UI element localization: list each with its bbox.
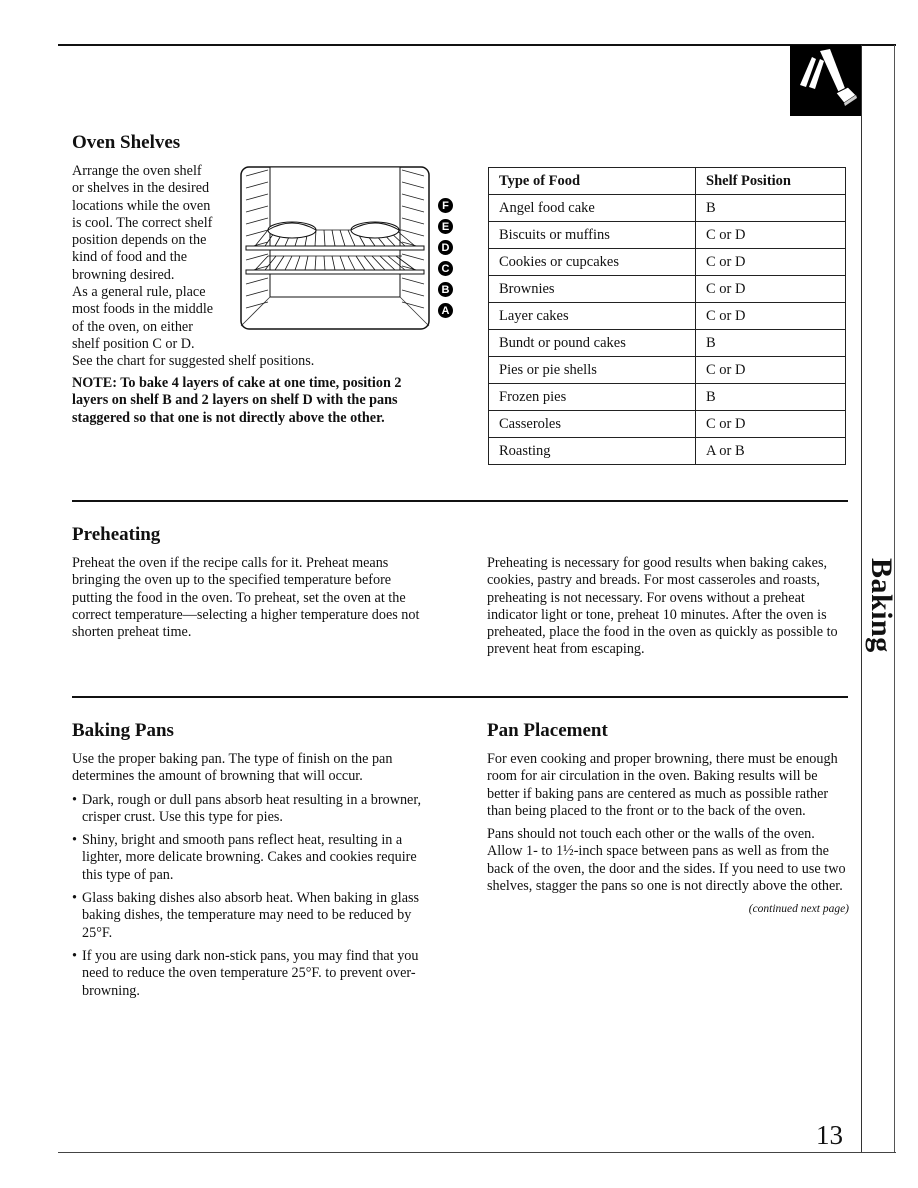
shelf-label-a: A bbox=[438, 303, 453, 318]
shelf-label-e: E bbox=[438, 219, 453, 234]
shelf-label-b: B bbox=[438, 282, 453, 297]
food-cell: Bundt or pound cakes bbox=[488, 329, 696, 357]
table-header-row: Type of Food Shelf Position bbox=[488, 167, 846, 195]
table-row: Frozen pies B bbox=[488, 383, 846, 411]
table-row: Roasting A or B bbox=[488, 437, 846, 465]
food-cell: Roasting bbox=[488, 437, 696, 465]
oven-diagram bbox=[240, 166, 430, 332]
table-row: Casseroles C or D bbox=[488, 410, 846, 438]
continued-note: (continued next page) bbox=[748, 903, 849, 916]
list-item: Glass baking dishes also absorb heat. Wh… bbox=[72, 890, 436, 942]
table-row: Pies or pie shells C or D bbox=[488, 356, 846, 384]
food-cell: Layer cakes bbox=[488, 302, 696, 330]
baking-pans-list: Dark, rough or dull pans absorb heat res… bbox=[72, 792, 436, 1000]
intro-line: shelf position C or D. bbox=[72, 335, 195, 352]
pan-placement-body: For even cooking and proper browning, th… bbox=[487, 751, 849, 919]
list-item: Dark, rough or dull pans absorb heat res… bbox=[72, 792, 436, 827]
column-header-food: Type of Food bbox=[488, 167, 696, 195]
page-number: 13 bbox=[816, 1120, 843, 1150]
food-cell: Angel food cake bbox=[488, 194, 696, 222]
shelf-cell: C or D bbox=[695, 356, 846, 384]
list-item: If you are using dark non-stick pans, yo… bbox=[72, 948, 436, 1000]
food-cell: Cookies or cupcakes bbox=[488, 248, 696, 276]
food-cell: Biscuits or muffins bbox=[488, 221, 696, 249]
pan-placement-heading: Pan Placement bbox=[487, 720, 608, 741]
bottom-rule bbox=[58, 1152, 896, 1153]
table-row: Cookies or cupcakes C or D bbox=[488, 248, 846, 276]
preheating-text-right: Preheating is necessary for good results… bbox=[487, 555, 838, 658]
shelf-cell: C or D bbox=[695, 410, 846, 438]
oven-shelves-heading: Oven Shelves bbox=[72, 132, 181, 153]
side-tab-baking: Baking bbox=[861, 556, 898, 653]
shelf-position-table: Type of Food Shelf Position Angel food c… bbox=[488, 167, 846, 465]
shelf-cell: C or D bbox=[695, 248, 846, 276]
shelf-cell: C or D bbox=[695, 302, 846, 330]
shelf-cell: B bbox=[695, 329, 846, 357]
table-row: Angel food cake B bbox=[488, 194, 846, 222]
section-divider bbox=[72, 696, 848, 698]
food-cell: Pies or pie shells bbox=[488, 356, 696, 384]
table-row: Layer cakes C or D bbox=[488, 302, 846, 330]
shelf-cell: C or D bbox=[695, 275, 846, 303]
food-cell: Brownies bbox=[488, 275, 696, 303]
preheating-heading: Preheating bbox=[72, 524, 161, 545]
table-row: Bundt or pound cakes B bbox=[488, 329, 846, 357]
cake-layers-note: NOTE: To bake 4 layers of cake at one ti… bbox=[72, 375, 402, 426]
table-row: Brownies C or D bbox=[488, 275, 846, 303]
shelf-cell: B bbox=[695, 383, 846, 411]
list-item: Shiny, bright and smooth pans reflect he… bbox=[72, 832, 436, 884]
section-divider bbox=[72, 500, 848, 502]
shelf-cell: B bbox=[695, 194, 846, 222]
pan-placement-paragraph: Pans should not touch each other or the … bbox=[487, 826, 846, 895]
pan-placement-paragraph: For even cooking and proper browning, th… bbox=[487, 751, 838, 819]
preheating-text-left: Preheat the oven if the recipe calls for… bbox=[72, 555, 420, 641]
baking-pans-intro: Use the proper baking pan. The type of f… bbox=[72, 751, 393, 785]
hand-pressing-button-icon bbox=[790, 45, 861, 116]
shelf-label-f: F bbox=[438, 198, 453, 213]
baking-pans-heading: Baking Pans bbox=[72, 720, 174, 741]
column-header-shelf: Shelf Position bbox=[695, 167, 846, 195]
shelf-cell: A or B bbox=[695, 437, 846, 465]
food-cell: Casseroles bbox=[488, 410, 696, 438]
shelf-label-d: D bbox=[438, 240, 453, 255]
table-row: Biscuits or muffins C or D bbox=[488, 221, 846, 249]
top-rule bbox=[58, 44, 896, 46]
food-cell: Frozen pies bbox=[488, 383, 696, 411]
shelf-cell: C or D bbox=[695, 221, 846, 249]
shelf-label-c: C bbox=[438, 261, 453, 276]
intro-line: See the chart for suggested shelf positi… bbox=[72, 353, 315, 370]
shelf-position-labels: F E D C B A bbox=[438, 198, 456, 326]
baking-pans-body: Use the proper baking pan. The type of f… bbox=[72, 751, 436, 1006]
side-tab-label: Baking bbox=[865, 558, 898, 653]
